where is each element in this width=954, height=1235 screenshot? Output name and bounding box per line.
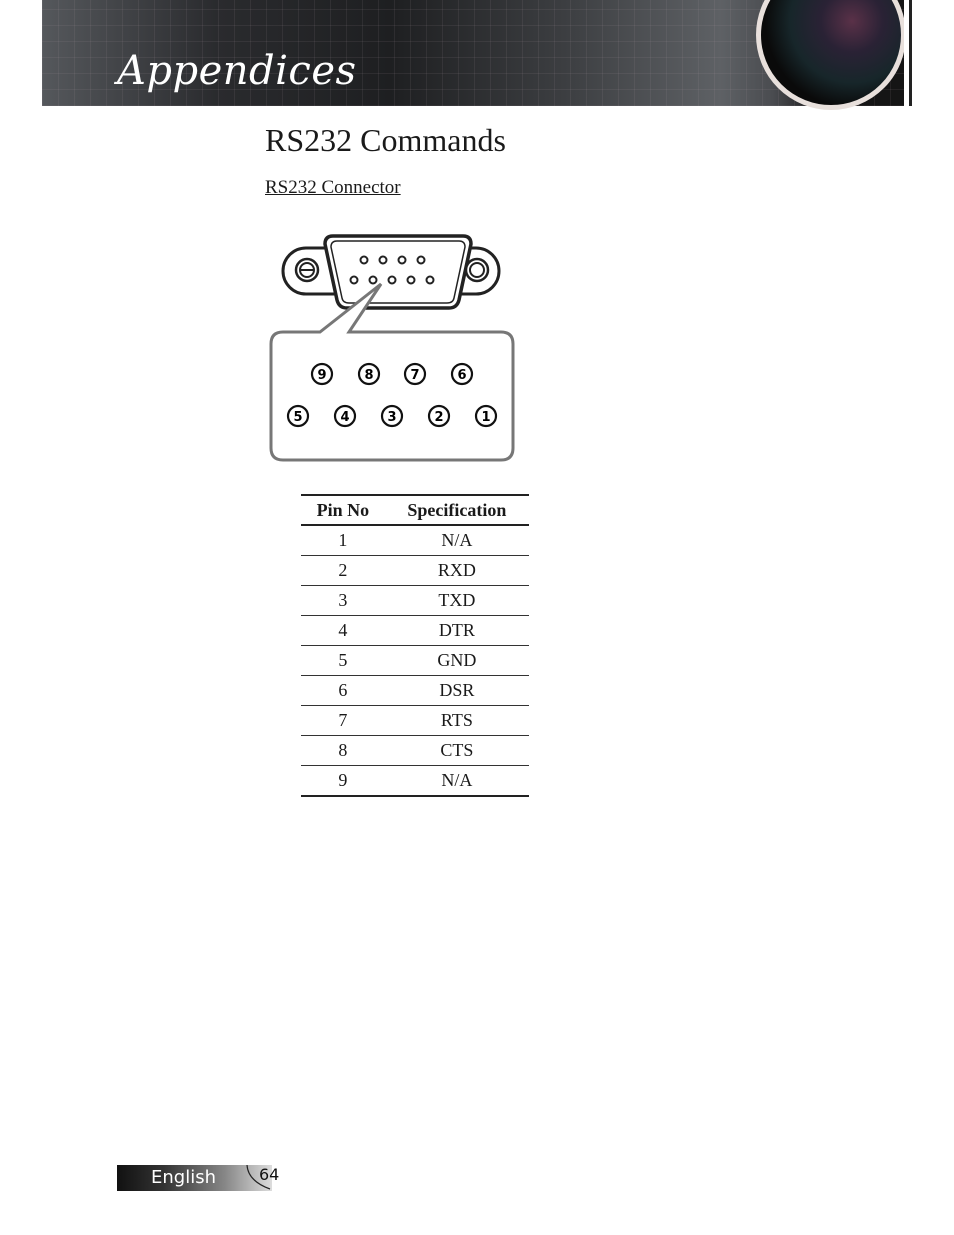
pin-specification-table: Pin No Specification 1 N/A 2 RXD 3 TXD 4 DTR 5 GN… bbox=[301, 494, 529, 797]
pin-number-cell: 9 bbox=[301, 765, 385, 797]
specification-cell: GND bbox=[384, 645, 529, 676]
specification-cell: TXD bbox=[384, 585, 529, 616]
svg-text:8: 8 bbox=[364, 368, 373, 383]
svg-text:7: 7 bbox=[410, 368, 419, 383]
specification-cell: DTR bbox=[384, 615, 529, 646]
table-header-row: Pin No Specification bbox=[301, 494, 529, 526]
table-row: 8 CTS bbox=[301, 735, 529, 766]
header-specification: Specification bbox=[384, 494, 529, 526]
page-title: RS232 Commands bbox=[265, 122, 506, 158]
lens-image bbox=[756, 0, 906, 110]
svg-text:1: 1 bbox=[481, 410, 490, 425]
specification-cell: RTS bbox=[384, 705, 529, 736]
pin-3-label: 3 bbox=[380, 404, 404, 428]
pin-number-cell: 3 bbox=[301, 585, 385, 616]
pin-4-label: 4 bbox=[333, 404, 357, 428]
callout-box bbox=[269, 282, 515, 462]
section-title: Appendices bbox=[117, 48, 357, 94]
pin-5-label: 5 bbox=[286, 404, 310, 428]
svg-text:4: 4 bbox=[340, 410, 349, 425]
specification-cell: N/A bbox=[384, 525, 529, 556]
header-pin-no: Pin No bbox=[301, 494, 385, 526]
pin-number-cell: 1 bbox=[301, 525, 385, 556]
pin-7-label: 7 bbox=[403, 362, 427, 386]
db9-connector-icon bbox=[281, 234, 501, 310]
svg-text:6: 6 bbox=[457, 368, 466, 383]
pin-number-cell: 5 bbox=[301, 645, 385, 676]
rs232-connector-diagram: 9 8 7 6 5 4 3 2 1 bbox=[269, 234, 515, 462]
table-row: 5 GND bbox=[301, 645, 529, 676]
svg-text:5: 5 bbox=[293, 410, 302, 425]
specification-cell: CTS bbox=[384, 735, 529, 766]
table-row: 3 TXD bbox=[301, 585, 529, 616]
table-row: 9 N/A bbox=[301, 765, 529, 797]
specification-cell: N/A bbox=[384, 765, 529, 797]
pin-number-cell: 7 bbox=[301, 705, 385, 736]
svg-text:2: 2 bbox=[434, 410, 443, 425]
specification-cell: DSR bbox=[384, 675, 529, 706]
table-row: 6 DSR bbox=[301, 675, 529, 706]
pin-6-label: 6 bbox=[450, 362, 474, 386]
pin-8-label: 8 bbox=[357, 362, 381, 386]
pin-2-label: 2 bbox=[427, 404, 451, 428]
pin-number-cell: 8 bbox=[301, 735, 385, 766]
page-number: 64 bbox=[259, 1165, 280, 1184]
pin-1-label: 1 bbox=[474, 404, 498, 428]
footer-language: English bbox=[151, 1167, 216, 1188]
table-row: 4 DTR bbox=[301, 615, 529, 646]
pin-number-cell: 6 bbox=[301, 675, 385, 706]
table-row: 1 N/A bbox=[301, 525, 529, 556]
pin-9-label: 9 bbox=[310, 362, 334, 386]
pin-number-cell: 2 bbox=[301, 555, 385, 586]
pin-number-cell: 4 bbox=[301, 615, 385, 646]
table-row: 2 RXD bbox=[301, 555, 529, 586]
header-banner: Appendices bbox=[42, 0, 912, 110]
subheading: RS232 Connector bbox=[265, 177, 401, 198]
svg-text:9: 9 bbox=[317, 368, 326, 383]
specification-cell: RXD bbox=[384, 555, 529, 586]
svg-text:3: 3 bbox=[387, 410, 396, 425]
table-row: 7 RTS bbox=[301, 705, 529, 736]
